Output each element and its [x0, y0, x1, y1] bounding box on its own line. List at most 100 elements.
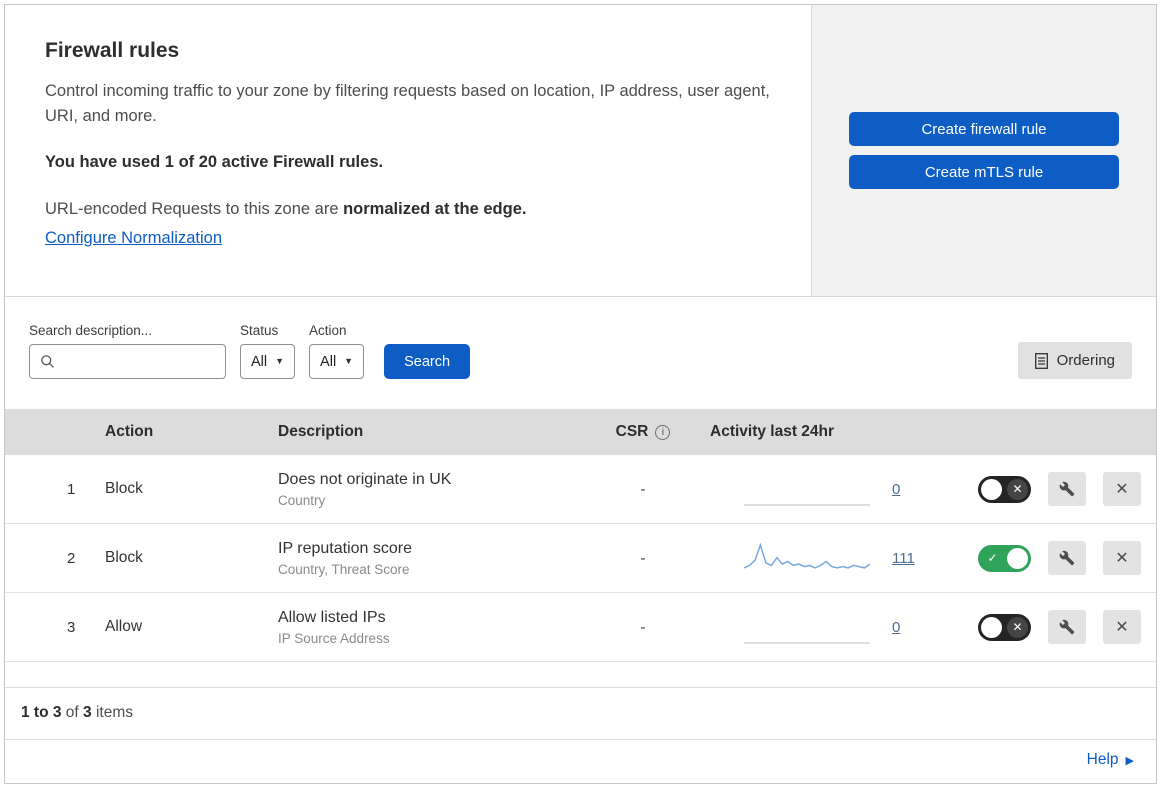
- activity-sparkline: [744, 608, 870, 646]
- toggle-knob: [1007, 547, 1028, 569]
- rule-description: Allow listed IPs: [278, 608, 386, 626]
- edit-rule-button[interactable]: [1048, 472, 1086, 506]
- activity-count-link[interactable]: 0: [892, 481, 900, 498]
- toggle-knob: [981, 616, 1002, 638]
- rule-action: Block: [105, 480, 143, 497]
- normalization-bold-text: normalized at the edge.: [343, 199, 527, 218]
- toggle-state-icon: ✕: [1007, 478, 1028, 500]
- close-icon: ✕: [1115, 481, 1129, 498]
- rule-action: Allow: [105, 618, 143, 635]
- action-select[interactable]: All ▼: [309, 344, 365, 379]
- rule-action: Block: [105, 549, 143, 566]
- usage-summary: You have used 1 of 20 active Firewall ru…: [45, 152, 384, 171]
- activity-count-link[interactable]: 111: [892, 550, 915, 567]
- rule-controls: ✓ ✕: [978, 541, 1161, 575]
- create-firewall-rule-button[interactable]: Create firewall rule: [849, 112, 1119, 146]
- rule-controls: ✕ ✕: [978, 610, 1161, 644]
- rule-enable-toggle[interactable]: ✕: [978, 613, 1031, 641]
- rule-priority: 2: [67, 549, 76, 567]
- chevron-down-icon: ▼: [344, 356, 354, 366]
- rule-fields: Country, Threat Score: [278, 561, 410, 577]
- action-selected-value: All: [320, 353, 337, 370]
- rule-description-cell: Does not originate in UK Country: [278, 471, 588, 508]
- close-icon: ✕: [1115, 619, 1129, 636]
- table-row: 2 Block IP reputation score Country, Thr…: [5, 524, 1156, 593]
- ordering-button[interactable]: Ordering: [1017, 342, 1132, 379]
- pagination-items-text: items: [91, 704, 133, 721]
- create-mtls-rule-button[interactable]: Create mTLS rule: [849, 155, 1119, 189]
- search-group: Search description...: [29, 323, 226, 379]
- table-bottom-spacer: [5, 662, 1156, 688]
- wrench-icon: [1059, 550, 1075, 566]
- rule-enable-toggle[interactable]: ✓: [978, 544, 1031, 572]
- delete-rule-button[interactable]: ✕: [1103, 610, 1141, 644]
- wrench-icon: [1059, 619, 1075, 635]
- activity-sparkline: [744, 539, 870, 577]
- info-icon[interactable]: i: [655, 424, 671, 440]
- close-icon: ✕: [1115, 550, 1129, 567]
- filter-bar: Search description... Status All ▼ Actio…: [5, 297, 1156, 409]
- pagination-total: 3: [83, 704, 92, 721]
- pagination-of-text: of: [61, 704, 84, 721]
- edit-rule-button[interactable]: [1048, 541, 1086, 575]
- rule-enable-toggle[interactable]: ✕: [978, 475, 1031, 503]
- table-header-row: Action Description CSR i Activity last 2…: [5, 409, 1156, 455]
- normalization-text: URL-encoded Requests to this zone are: [45, 199, 344, 218]
- header-csr-label: CSR: [615, 423, 649, 440]
- configure-normalization-link[interactable]: Configure Normalization: [45, 229, 222, 247]
- ordering-button-label: Ordering: [1056, 352, 1115, 369]
- activity-count-link[interactable]: 0: [892, 619, 900, 636]
- page-description: Control incoming traffic to your zone by…: [45, 82, 770, 125]
- action-label: Action: [309, 323, 347, 338]
- search-label: Search description...: [29, 323, 153, 338]
- search-button[interactable]: Search: [384, 344, 471, 379]
- chevron-down-icon: ▼: [275, 356, 285, 366]
- table-row: 3 Allow Allow listed IPs IP Source Addre…: [5, 593, 1156, 662]
- help-link[interactable]: Help ▶: [1087, 751, 1134, 769]
- toggle-state-icon: ✕: [1007, 616, 1028, 638]
- header-action: Action: [105, 423, 154, 440]
- delete-rule-button[interactable]: ✕: [1103, 472, 1141, 506]
- status-select[interactable]: All ▼: [240, 344, 296, 379]
- page-title: Firewall rules: [45, 39, 180, 62]
- pagination-summary: 1 to 3 of 3 items: [5, 688, 1156, 740]
- normalization-note: URL-encoded Requests to this zone are no…: [45, 197, 771, 222]
- rule-description-cell: IP reputation score Country, Threat Scor…: [278, 540, 588, 577]
- status-filter-group: Status All ▼: [240, 323, 296, 379]
- rule-csr-value: -: [640, 618, 646, 636]
- toggle-state-icon: ✓: [987, 550, 998, 565]
- rule-fields: Country: [278, 492, 326, 508]
- rule-csr-value: -: [640, 480, 646, 498]
- actions-panel: Create firewall rule Create mTLS rule: [811, 5, 1156, 296]
- rule-activity-cell: 0: [698, 608, 978, 646]
- help-bar: Help ▶: [5, 740, 1156, 783]
- help-arrow-icon: ▶: [1125, 754, 1134, 767]
- rule-fields: IP Source Address: [278, 630, 390, 646]
- status-selected-value: All: [251, 353, 268, 370]
- search-input[interactable]: [63, 352, 215, 371]
- activity-sparkline: [744, 470, 870, 508]
- rule-description-cell: Allow listed IPs IP Source Address: [278, 609, 588, 646]
- table-row: 1 Block Does not originate in UK Country…: [5, 455, 1156, 524]
- firewall-rules-page: Firewall rules Control incoming traffic …: [4, 4, 1157, 784]
- rule-priority: 3: [67, 618, 76, 636]
- delete-rule-button[interactable]: ✕: [1103, 541, 1141, 575]
- intro-section: Firewall rules Control incoming traffic …: [5, 5, 1156, 297]
- header-description: Description: [278, 423, 364, 440]
- rule-activity-cell: 111: [698, 539, 978, 577]
- header-csr: CSR i: [588, 423, 698, 441]
- status-label: Status: [240, 323, 279, 338]
- wrench-icon: [1059, 481, 1075, 497]
- rule-priority: 1: [67, 480, 76, 498]
- action-filter-group: Action All ▼: [309, 323, 365, 379]
- rule-csr-value: -: [640, 549, 646, 567]
- intro-text-block: Firewall rules Control incoming traffic …: [5, 5, 811, 296]
- ordering-icon: [1034, 352, 1048, 369]
- rule-description: IP reputation score: [278, 539, 413, 557]
- rule-controls: ✕ ✕: [978, 472, 1161, 506]
- pagination-range: 1 to 3: [21, 704, 62, 721]
- help-link-label: Help: [1086, 751, 1119, 768]
- search-input-box[interactable]: [29, 344, 226, 379]
- edit-rule-button[interactable]: [1048, 610, 1086, 644]
- search-icon: [40, 354, 55, 369]
